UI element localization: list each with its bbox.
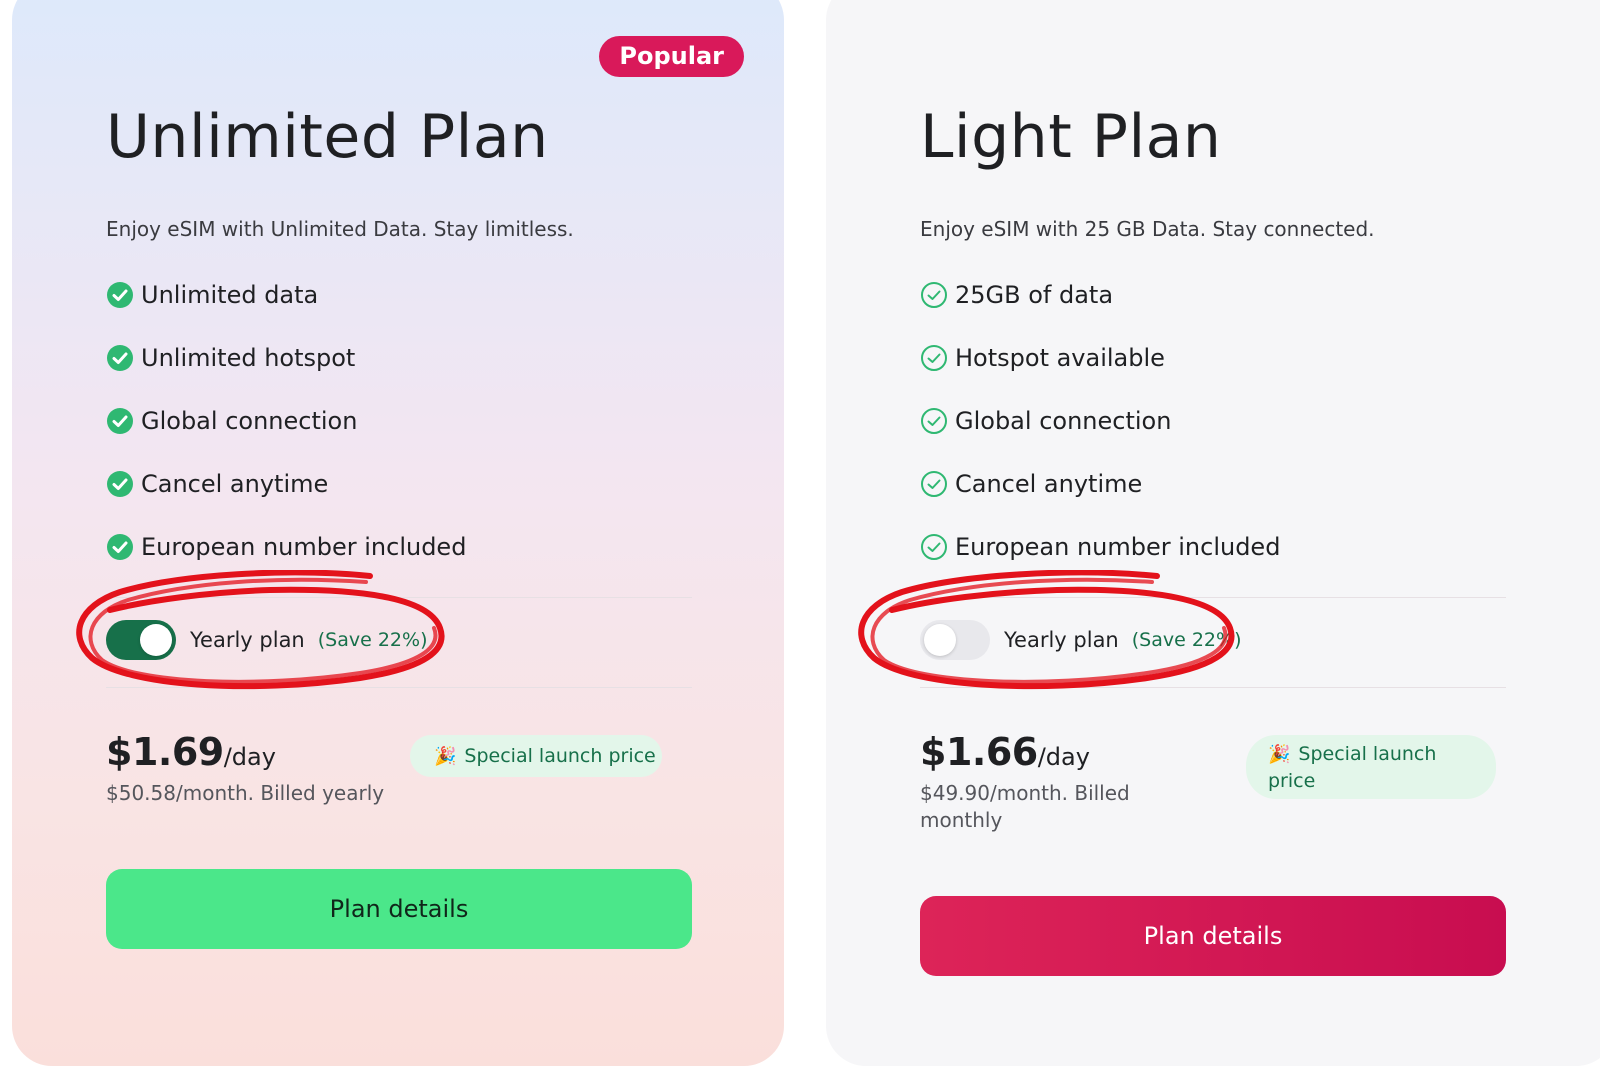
billing-info: $49.90/month. Billed monthly: [920, 781, 1130, 832]
feature-item: Unlimited data: [106, 263, 466, 326]
price-amount: $1.69: [106, 730, 224, 774]
special-launch-badge: 🎉 Special launch price: [1246, 735, 1496, 799]
price: $1.66/day: [920, 730, 1090, 774]
feature-item: Hotspot available: [920, 326, 1280, 389]
price-unit: /day: [1037, 743, 1090, 771]
feature-item: Cancel anytime: [920, 452, 1280, 515]
feature-label: Cancel anytime: [955, 469, 1143, 498]
check-circle-outline-icon: [921, 470, 947, 497]
party-popper-icon: 🎉: [434, 746, 457, 767]
light-plan-card: Light Plan Enjoy eSIM with 25 GB Data. S…: [826, 0, 1600, 1066]
party-popper-icon: 🎉: [1268, 744, 1291, 765]
special-launch-badge: 🎉 Special launch price: [410, 735, 662, 777]
launch-badge-text: Special launch price: [464, 745, 656, 767]
pricing-page: Popular Unlimited Plan Enjoy eSIM with U…: [0, 0, 1600, 1066]
toggle-knob: [924, 624, 956, 656]
divider: [106, 597, 692, 598]
feature-label: Unlimited data: [141, 280, 319, 309]
feature-list: Unlimited data Unlimited hotspot Global …: [106, 263, 466, 578]
plan-title: Unlimited Plan: [106, 102, 549, 172]
check-circle-outline-icon: [921, 407, 947, 434]
feature-list: 25GB of data Hotspot available Global co…: [920, 263, 1280, 578]
feature-item: Unlimited hotspot: [106, 326, 466, 389]
feature-item: Global connection: [920, 389, 1280, 452]
feature-label: 25GB of data: [955, 280, 1114, 309]
price-unit: /day: [223, 743, 276, 771]
feature-label: Hotspot available: [955, 343, 1165, 372]
price: $1.69/day: [106, 730, 276, 774]
feature-item: European number included: [920, 515, 1280, 578]
price-amount: $1.66: [920, 730, 1038, 774]
check-circle-icon: [107, 470, 133, 497]
divider: [920, 597, 1506, 598]
divider: [106, 687, 692, 688]
feature-label: Global connection: [141, 406, 358, 435]
divider: [920, 687, 1506, 688]
launch-badge-text: Special launch price: [1268, 743, 1437, 792]
check-circle-outline-icon: [921, 281, 947, 308]
feature-label: Cancel anytime: [141, 469, 329, 498]
plan-details-button[interactable]: Plan details: [920, 896, 1506, 976]
check-circle-icon: [107, 344, 133, 371]
plan-details-button[interactable]: Plan details: [106, 869, 692, 949]
check-circle-outline-icon: [921, 533, 947, 560]
billing-info: $50.58/month. Billed yearly: [106, 781, 385, 805]
feature-item: Cancel anytime: [106, 452, 466, 515]
feature-label: European number included: [955, 532, 1281, 561]
feature-label: European number included: [141, 532, 467, 561]
feature-item: Global connection: [106, 389, 466, 452]
check-circle-icon: [107, 533, 133, 560]
unlimited-plan-card: Popular Unlimited Plan Enjoy eSIM with U…: [12, 0, 784, 1066]
yearly-plan-toggle[interactable]: [106, 620, 176, 660]
toggle-label: Yearly plan: [190, 628, 305, 652]
save-label: (Save 22%): [317, 629, 428, 651]
toggle-label: Yearly plan: [1004, 628, 1119, 652]
feature-item: European number included: [106, 515, 466, 578]
popular-badge: Popular: [599, 36, 744, 77]
yearly-plan-toggle[interactable]: [920, 620, 990, 660]
check-circle-icon: [107, 281, 133, 308]
yearly-plan-toggle-row[interactable]: Yearly plan (Save 22%): [106, 620, 427, 660]
feature-label: Global connection: [955, 406, 1172, 435]
check-circle-outline-icon: [921, 344, 947, 371]
save-label: (Save 22%): [1131, 629, 1242, 651]
feature-label: Unlimited hotspot: [141, 343, 356, 372]
toggle-knob: [140, 624, 172, 656]
feature-item: 25GB of data: [920, 263, 1280, 326]
plan-subtitle: Enjoy eSIM with Unlimited Data. Stay lim…: [106, 217, 574, 241]
plan-subtitle: Enjoy eSIM with 25 GB Data. Stay connect…: [920, 217, 1375, 241]
yearly-plan-toggle-row[interactable]: Yearly plan (Save 22%): [920, 620, 1241, 660]
plan-title: Light Plan: [920, 102, 1222, 172]
check-circle-icon: [107, 407, 133, 434]
